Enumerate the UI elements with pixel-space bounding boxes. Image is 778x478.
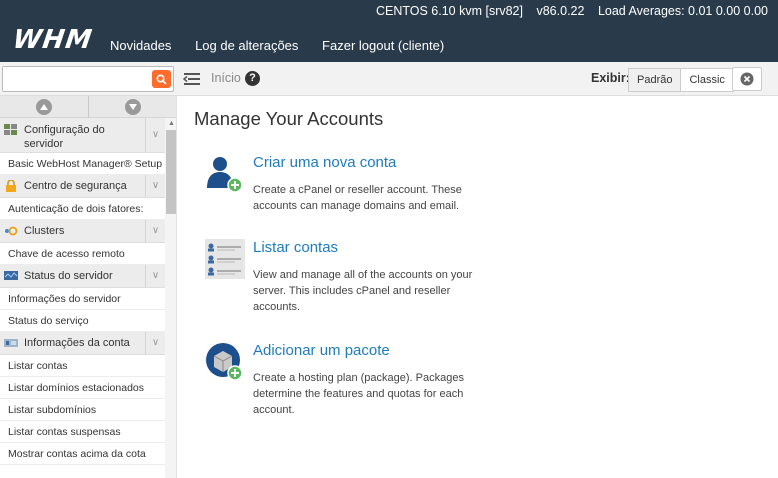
view-default-button[interactable]: Padrão xyxy=(628,68,682,92)
sidebar-category-clusters[interactable]: Clusters ∨ xyxy=(0,220,165,243)
sidebar-category-server-status[interactable]: Status do servidor ∨ xyxy=(0,265,165,288)
account-info-icon xyxy=(4,339,18,347)
top-nav: Novidades Log de alterações Fazer logout… xyxy=(110,38,464,53)
view-switcher: Padrão Classic xyxy=(628,68,734,92)
sidebar-item-over-quota[interactable]: Mostrar contas acima da cota xyxy=(0,443,165,465)
top-header: CENTOS 6.10 kvm [srv82] v86.0.22 Load Av… xyxy=(0,0,778,62)
chevron-down-icon[interactable]: ∨ xyxy=(145,265,165,287)
user-list-icon xyxy=(205,239,245,279)
add-package-description: Create a hosting plan (package). Package… xyxy=(253,372,464,416)
collapse-divider xyxy=(88,96,89,118)
sidebar-item-list-accounts[interactable]: Listar contas xyxy=(0,355,165,377)
nav-changelog-link[interactable]: Log de alterações xyxy=(195,38,298,53)
nav-news-link[interactable]: Novidades xyxy=(110,38,171,53)
sidebar-item-suspended[interactable]: Listar contas suspensas xyxy=(0,421,165,443)
scrollbar-thumb[interactable] xyxy=(166,130,176,214)
main-content: Manage Your Accounts Criar uma nova cont… xyxy=(177,96,778,478)
toolbar: Início ? Exibir: Padrão Classic xyxy=(0,62,778,96)
sidebar-category-label: Informações da conta xyxy=(24,337,130,349)
add-package-link[interactable]: Adicionar um pacote xyxy=(253,342,390,359)
chevron-up-icon xyxy=(40,104,48,110)
add-package-item: Adicionar um pacote Create a hosting pla… xyxy=(205,342,505,422)
hostname: CENTOS 6.10 kvm [srv82] xyxy=(375,4,523,18)
nav-logout-link[interactable]: Fazer logout (cliente) xyxy=(322,38,444,53)
expand-all-button[interactable] xyxy=(125,99,141,115)
sidebar: Configuração do servidor ∨ Basic WebHost… xyxy=(0,96,177,478)
sidebar-item-subdomains[interactable]: Listar subdomínios xyxy=(0,399,165,421)
chevron-down-icon[interactable]: ∨ xyxy=(145,175,165,197)
sidebar-item-basic-setup[interactable]: Basic WebHost Manager® Setup xyxy=(0,153,165,175)
sidebar-category-label: Configuração do servidor xyxy=(24,124,105,150)
sidebar-nav: Configuração do servidor ∨ Basic WebHost… xyxy=(0,118,165,465)
view-label: Exibir: xyxy=(591,71,630,85)
sidebar-scrollbar[interactable]: ▲ xyxy=(165,118,176,478)
view-classic-button[interactable]: Classic xyxy=(681,68,734,92)
monitor-icon xyxy=(4,271,18,280)
load-averages: Load Averages: 0.01 0.00 0.00 xyxy=(597,4,768,18)
create-account-link[interactable]: Criar uma nova conta xyxy=(253,154,396,171)
breadcrumb[interactable]: Início xyxy=(211,71,241,85)
page-title: Manage Your Accounts xyxy=(194,108,384,129)
lock-icon xyxy=(6,180,16,192)
list-accounts-link[interactable]: Listar contas xyxy=(253,239,338,256)
whm-logo[interactable]: WHM xyxy=(11,25,95,55)
system-info: CENTOS 6.10 kvm [srv82] v86.0.22 Load Av… xyxy=(366,4,768,18)
sidebar-category-account-info[interactable]: Informações da conta ∨ xyxy=(0,332,165,355)
create-account-description: Create a cPanel or reseller account. The… xyxy=(253,184,462,212)
chevron-down-icon[interactable]: ∨ xyxy=(145,118,165,152)
sidebar-item-two-factor[interactable]: Autenticação de dois fatores: xyxy=(0,198,165,220)
sidebar-category-server-config[interactable]: Configuração do servidor ∨ xyxy=(0,118,165,153)
list-accounts-item: Listar contas View and manage all of the… xyxy=(205,239,505,319)
clusters-icon xyxy=(5,226,18,236)
search-input[interactable] xyxy=(3,67,148,91)
close-view-button[interactable] xyxy=(732,67,762,91)
sidebar-item-parked-domains[interactable]: Listar domínios estacionados xyxy=(0,377,165,399)
search-icon xyxy=(156,73,167,85)
chevron-down-icon[interactable]: ∨ xyxy=(145,220,165,242)
scroll-up-icon[interactable]: ▲ xyxy=(168,120,175,127)
menu-toggle-icon[interactable] xyxy=(183,71,201,87)
close-icon xyxy=(740,72,754,86)
sidebar-category-label: Clusters xyxy=(24,225,65,237)
sidebar-collapse-row xyxy=(0,96,176,118)
search-box xyxy=(2,66,174,92)
add-user-icon xyxy=(207,157,243,193)
collapse-all-button[interactable] xyxy=(36,99,52,115)
server-config-icon xyxy=(4,124,17,135)
help-icon[interactable]: ? xyxy=(245,71,260,86)
sidebar-item-remote-key[interactable]: Chave de acesso remoto xyxy=(0,243,165,265)
sidebar-category-label: Centro de segurança xyxy=(24,180,127,192)
chevron-down-icon xyxy=(129,104,137,110)
sidebar-category-label: Status do servidor xyxy=(24,270,113,282)
version: v86.0.22 xyxy=(536,4,585,18)
create-account-item: Criar uma nova conta Create a cPanel or … xyxy=(205,154,505,224)
sidebar-item-server-info[interactable]: Informações do servidor xyxy=(0,288,165,310)
search-button[interactable] xyxy=(152,70,171,88)
chevron-down-icon[interactable]: ∨ xyxy=(145,332,165,354)
add-package-icon xyxy=(206,343,243,381)
list-accounts-description: View and manage all of the accounts on y… xyxy=(253,269,473,313)
sidebar-item-service-status[interactable]: Status do serviço xyxy=(0,310,165,332)
sidebar-category-security[interactable]: Centro de segurança ∨ xyxy=(0,175,165,198)
